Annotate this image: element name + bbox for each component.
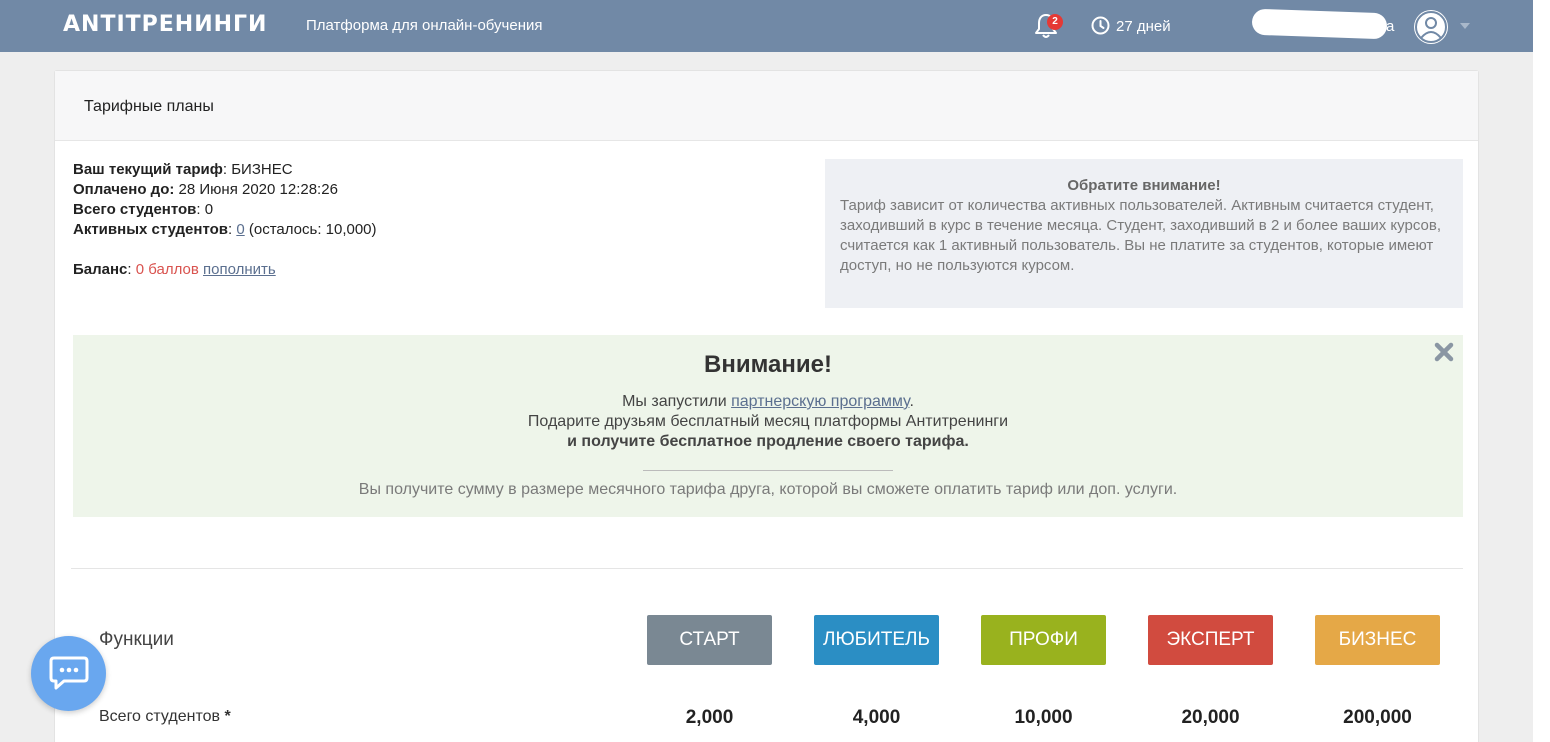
paid-until-value: 28 Июня 2020 12:28:26 [174,181,338,198]
tariff-card: Тарифные планы Ваш текущий тариф: БИЗНЕС… [54,70,1479,742]
scrollbar-track[interactable] [1533,0,1550,742]
alert-line-2: Подарите друзьям бесплатный месяц платфо… [527,413,1009,430]
chat-icon [49,656,89,690]
plan-button-amateur[interactable]: ЛЮБИТЕЛЬ [814,615,939,665]
chevron-down-icon[interactable] [1460,22,1470,30]
avatar-icon[interactable] [1412,8,1450,46]
students-value-amateur: 4,000 [852,707,901,728]
students-value-business: 200,000 [1343,707,1412,728]
close-icon[interactable] [1433,341,1455,363]
students-row-label: Всего студентов * [99,708,231,726]
students-row-label-text: Всего студентов [99,708,225,725]
current-tariff-line: Ваш текущий тариф: БИЗНЕС [73,160,377,180]
plan-button-start[interactable]: СТАРТ [647,615,772,665]
username-redaction [1251,8,1388,40]
note-title: Обратите внимание! [1067,177,1221,194]
functions-label: Функции [99,629,174,650]
students-value-start: 2,000 [685,707,734,728]
tariff-note: Обратите внимание! Тариф зависит от коли… [825,159,1463,308]
balance-line: Баланс: 0 баллов пополнить [73,260,377,280]
students-value-expert: 20,000 [1181,707,1240,728]
balance-sep: : [127,261,136,278]
total-students-value: : 0 [196,201,214,218]
page-title: Тарифные планы [84,98,214,115]
chat-button[interactable] [31,636,106,711]
alert-title: Внимание! [704,351,832,378]
alert-line-4: Вы получите сумму в размере месячного та… [358,481,1178,498]
platform-subtitle: Платформа для онлайн-обучения [306,17,543,34]
balance-label: Баланс [73,261,128,278]
active-students-line: Активных студентов: 0 (осталось: 10,000) [73,220,377,240]
plan-button-pro[interactable]: ПРОФИ [981,615,1106,665]
subscription-days-left[interactable]: 27 дней [1116,18,1171,35]
plan-button-expert[interactable]: ЭКСПЕРТ [1148,615,1273,665]
alert-line-3: и получите бесплатное продление своего т… [567,433,969,450]
alert-line-1: Мы запустили партнерскую программу. [73,393,1463,411]
active-students-link[interactable]: 0 [236,221,244,238]
topup-link[interactable]: пополнить [203,261,276,278]
card-header: Тарифные планы [55,71,1478,141]
current-tariff-value: : БИЗНЕС [222,161,293,178]
active-students-left: (осталось: 10,000) [244,221,377,238]
active-students-label: Активных студентов [73,221,228,238]
total-students-label: Всего студентов [73,201,197,218]
paid-until-label: Оплачено до: [73,181,175,198]
partner-alert: Внимание! Мы запустили партнерскую прогр… [73,335,1463,517]
notification-badge: 2 [1047,14,1063,30]
balance-value: 0 баллов [135,261,199,278]
clock-icon [1091,16,1110,35]
note-text: Тариф зависит от количества активных пол… [840,197,1441,274]
partner-program-link[interactable]: партнерскую программу [731,393,909,410]
plan-button-business[interactable]: БИЗНЕС [1315,615,1440,665]
alert-divider [643,470,893,471]
top-navbar: ANTITPEHИНГИ Платформа для онлайн-обучен… [0,0,1533,52]
username[interactable]: а [1386,18,1394,35]
alert-line-1-end: . [909,393,914,410]
current-tariff-label: Ваш текущий тариф [73,161,223,178]
logo[interactable]: ANTITPEHИНГИ [63,12,267,37]
total-students-line: Всего студентов: 0 [73,200,377,220]
paid-until-line: Оплачено до: 28 Июня 2020 12:28:26 [73,180,377,200]
students-row-star: * [224,708,231,725]
alert-line-1-text: Мы запустили [622,393,732,410]
account-info: Ваш текущий тариф: БИЗНЕС Оплачено до: 2… [73,160,377,280]
students-value-pro: 10,000 [1014,707,1073,728]
section-divider [71,568,1463,569]
